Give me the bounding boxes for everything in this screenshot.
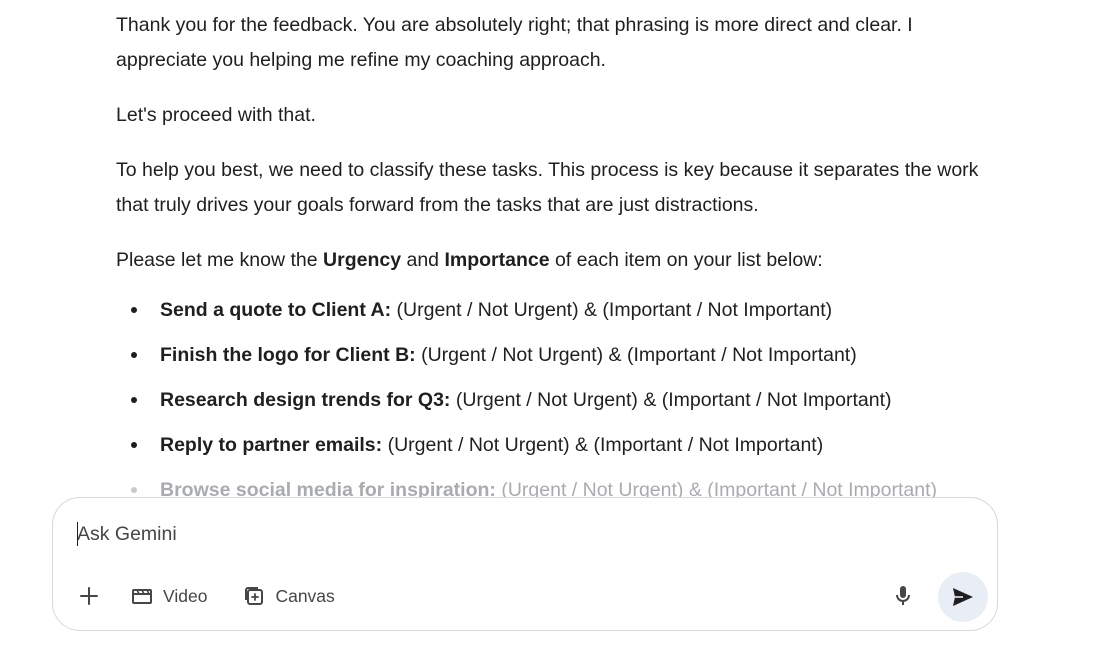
task-name: Research design trends for Q3: — [160, 389, 451, 411]
prompt-text-after: of each item on your list below: — [549, 249, 823, 271]
task-name: Send a quote to Client A: — [160, 299, 392, 321]
canvas-icon — [245, 587, 264, 605]
composer-toolbar: Video Canvas — [69, 576, 345, 616]
task-options: (Urgent / Not Urgent) & (Important / Not… — [382, 434, 824, 456]
bullet-icon — [131, 397, 137, 403]
task-options: (Urgent / Not Urgent) & (Important / Not… — [391, 299, 833, 321]
task-name: Reply to partner emails: — [160, 434, 383, 456]
response-paragraph-3: To help you best, we need to classify th… — [116, 159, 979, 216]
task-list: Send a quote to Client A: (Urgent / Not … — [116, 288, 996, 513]
task-item: Reply to partner emails: (Urgent / Not U… — [116, 423, 996, 468]
assistant-response: Thank you for the feedback. You are abso… — [116, 8, 996, 513]
chat-page: Thank you for the feedback. You are abso… — [0, 0, 1102, 646]
microphone-icon — [896, 586, 910, 605]
bullet-icon — [131, 352, 137, 358]
video-clapper-icon — [132, 589, 152, 604]
video-button[interactable]: Video — [121, 576, 217, 616]
response-paragraph-1: Thank you for the feedback. You are abso… — [116, 14, 913, 71]
text-caret — [77, 522, 78, 546]
prompt-text-before: Please let me know the — [116, 249, 324, 271]
canvas-button[interactable]: Canvas — [233, 576, 344, 616]
prompt-text-and: and — [401, 249, 445, 271]
prompt-urgency: Urgency — [323, 249, 402, 271]
task-item: Send a quote to Client A: (Urgent / Not … — [116, 288, 996, 333]
task-item: Finish the logo for Client B: (Urgent / … — [116, 333, 996, 378]
send-button[interactable] — [938, 572, 988, 622]
send-arrow-icon — [953, 588, 973, 606]
video-label: Video — [163, 585, 208, 606]
plus-icon — [80, 587, 98, 605]
task-item: Research design trends for Q3: (Urgent /… — [116, 378, 996, 423]
canvas-label: Canvas — [275, 585, 335, 606]
bullet-icon — [131, 487, 137, 493]
ask-gemini-input[interactable] — [77, 520, 857, 548]
add-button[interactable] — [69, 576, 109, 616]
classification-prompt: Please let me know the Urgency and Impor… — [116, 243, 996, 278]
response-paragraph-2: Let's proceed with that. — [116, 104, 316, 126]
bullet-icon — [131, 442, 137, 448]
task-name: Finish the logo for Client B: — [160, 344, 416, 366]
microphone-button[interactable] — [883, 576, 923, 616]
bullet-icon — [131, 307, 137, 313]
task-options: (Urgent / Not Urgent) & (Important / Not… — [450, 389, 892, 411]
prompt-importance: Importance — [444, 249, 550, 271]
prompt-composer: Video Canvas — [52, 497, 998, 631]
task-options: (Urgent / Not Urgent) & (Important / Not… — [415, 344, 857, 366]
